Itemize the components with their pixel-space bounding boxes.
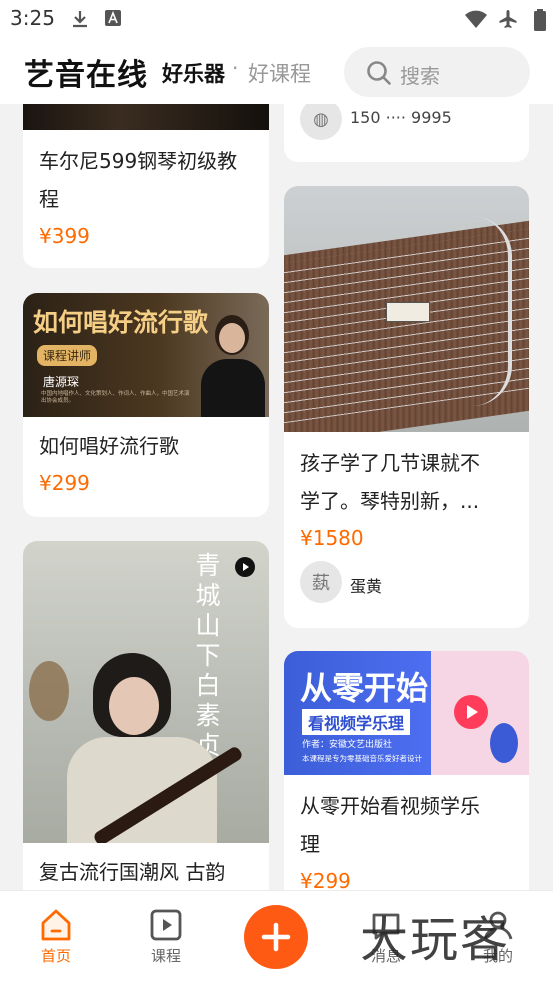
product-image — [284, 186, 529, 432]
product-card-piano[interactable]: 车尔尼599钢琴初级教程 ¥399 — [23, 104, 269, 268]
nav-home[interactable]: 首页 — [16, 891, 96, 984]
author-name: 蛋黄 — [350, 577, 383, 596]
wifi-icon — [465, 10, 487, 28]
teacher-desc: 中国内地唱作人、文化策划人、作词人、作曲人，中国艺术演出协会成员。 — [41, 391, 190, 404]
header: 艺音在线 好乐器 · 好课程 搜索 — [0, 40, 553, 104]
product-price: ¥399 — [39, 224, 90, 248]
tab-courses[interactable]: 好课程 — [248, 58, 311, 88]
play-icon[interactable] — [454, 695, 488, 729]
home-icon — [41, 909, 71, 941]
play-icon[interactable] — [235, 557, 255, 577]
plus-icon — [261, 922, 291, 952]
banner-title: 如何唱好流行歌 — [33, 308, 209, 337]
app-notification-icon — [105, 10, 121, 26]
product-feed[interactable]: 车尔尼599钢琴初级教程 ¥399 如何唱好流行歌 课程讲师 唐源琛 中国内地唱… — [0, 104, 553, 890]
product-card-guochao[interactable]: 青城山下白素贞 复古流行国潮风 古韵 — [23, 541, 269, 890]
search-bar[interactable]: 搜索 — [344, 47, 530, 97]
course-banner: 从零开始 看视频学乐理 作者：安徽文艺出版社 本课程是专为零基础音乐爱好者设计 — [284, 651, 529, 775]
nav-home-label: 首页 — [40, 947, 71, 965]
product-card-pop-singing[interactable]: 如何唱好流行歌 课程讲师 唐源琛 中国内地唱作人、文化策划人、作词人、作曲人，中… — [23, 293, 269, 517]
product-card-guzheng[interactable]: 孩子学了几节课就不 学了。琴特别新，... ¥1580 蓺 蛋黄 — [284, 186, 529, 628]
product-image — [23, 104, 269, 130]
watermark: 大玩客 — [360, 912, 511, 968]
search-icon — [367, 61, 391, 85]
course-icon — [150, 909, 182, 941]
product-price: ¥299 — [39, 471, 90, 495]
banner-title: 从零开始 — [300, 669, 429, 707]
product-title: 复古流行国潮风 古韵 — [39, 860, 226, 884]
product-card-partial[interactable]: ◍ 150 ···· 9995 — [284, 104, 529, 162]
nav-courses-label: 课程 — [150, 947, 181, 965]
product-price: ¥1580 — [300, 526, 364, 550]
product-title: 如何唱好流行歌 — [39, 434, 179, 458]
status-time: 3:25 — [10, 6, 55, 30]
poster-text: 青城山下白素贞 — [195, 551, 221, 760]
nav-courses[interactable]: 课程 — [126, 891, 206, 984]
search-placeholder: 搜索 — [400, 64, 440, 88]
guitar-illustration — [490, 723, 518, 763]
product-title: 车尔尼599钢琴初级教程 — [39, 149, 238, 211]
add-button[interactable] — [244, 905, 308, 969]
download-icon — [73, 11, 87, 28]
author-avatar: 蓺 — [300, 561, 342, 603]
app-title: 艺音在线 — [24, 58, 148, 93]
product-title-line1: 孩子学了几节课就不 — [300, 451, 480, 475]
product-title-line2: 理 — [300, 832, 320, 856]
author-name: 150 ···· 9995 — [350, 108, 452, 127]
banner-desc: 本课程是专为零基础音乐爱好者设计 — [302, 754, 422, 763]
tab-separator: · — [232, 56, 239, 80]
teacher-tag: 课程讲师 — [37, 345, 98, 366]
airplane-icon — [499, 10, 517, 28]
status-bar: 3:25 — [0, 0, 553, 40]
product-card-music-theory[interactable]: 从零开始 看视频学乐理 作者：安徽文艺出版社 本课程是专为零基础音乐爱好者设计 … — [284, 651, 529, 890]
banner-author: 作者：安徽文艺出版社 — [302, 740, 393, 750]
product-title-line2: 学了。琴特别新，... — [300, 489, 480, 513]
guzheng-edge — [452, 216, 512, 406]
course-banner: 如何唱好流行歌 课程讲师 唐源琛 中国内地唱作人、文化策划人、作词人、作曲人，中… — [23, 293, 269, 417]
teacher-photo — [201, 311, 265, 417]
author-avatar: ◍ — [300, 104, 342, 140]
figure-body — [67, 737, 217, 843]
video-thumbnail: 青城山下白素贞 — [23, 541, 269, 843]
fan — [29, 661, 69, 721]
guzheng-label — [386, 302, 430, 322]
banner-subtitle: 看视频学乐理 — [302, 709, 411, 735]
battery-icon — [534, 9, 546, 31]
figure-face — [109, 677, 159, 735]
product-title-line1: 从零开始看视频学乐 — [300, 794, 480, 818]
product-price: ¥299 — [300, 869, 351, 890]
tab-instruments[interactable]: 好乐器 — [162, 58, 225, 88]
teacher-name: 唐源琛 — [43, 375, 80, 389]
